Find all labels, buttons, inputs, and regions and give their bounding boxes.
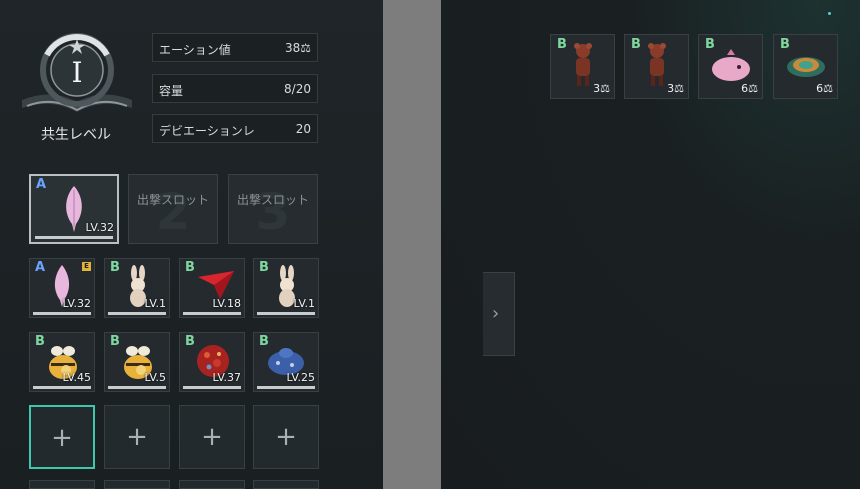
grade-badge: B xyxy=(631,37,641,52)
stat-row-capacity: 容量 8/20 xyxy=(152,74,318,103)
progress-bar xyxy=(35,236,113,239)
grade-badge: B xyxy=(185,334,195,349)
item-count: 3⚖ xyxy=(593,82,610,95)
level-text: LV.32 xyxy=(62,297,91,310)
add-slot[interactable]: + xyxy=(253,405,319,469)
expand-panel-button[interactable]: › xyxy=(483,272,515,356)
plus-icon: + xyxy=(51,423,73,453)
deploy-slot-1[interactable]: A LV.32 xyxy=(29,174,119,244)
slot-label: 出撃スロット xyxy=(137,193,210,207)
plus-icon: + xyxy=(275,422,297,452)
level-text: LV.5 xyxy=(144,371,166,384)
grade-badge: B xyxy=(185,260,195,275)
grade-badge: A xyxy=(36,177,47,192)
deviant-card[interactable]: A E LV.32 xyxy=(29,258,95,318)
level-text: LV.18 xyxy=(212,297,241,310)
turtle-shell-icon xyxy=(787,57,825,77)
deviant-card[interactable]: B LV.1 xyxy=(104,258,170,318)
slot-label: 出撃スロット xyxy=(237,193,310,207)
pink-feather-icon xyxy=(66,186,82,232)
deviant-panel: I 共生レベル エーション値 38⚖ 容量 8/20 デビエーションレ 20 A… xyxy=(0,0,383,489)
brown-figure-icon xyxy=(648,43,666,86)
inventory-item[interactable]: B 6⚖ xyxy=(698,34,763,99)
grade-badge: A xyxy=(35,260,46,275)
progress-bar xyxy=(183,312,241,315)
add-slot[interactable]: + xyxy=(29,405,95,469)
deviant-card[interactable]: B LV.45 xyxy=(29,332,95,392)
deviant-card[interactable]: B LV.37 xyxy=(179,332,245,392)
level-text: LV.37 xyxy=(212,371,241,384)
stat-row-value: エーション値 38⚖ xyxy=(152,33,318,62)
inventory-item[interactable]: B 6⚖ xyxy=(773,34,838,99)
progress-bar xyxy=(183,386,241,389)
deviant-card[interactable]: B LV.5 xyxy=(104,332,170,392)
progress-bar xyxy=(257,386,315,389)
sparkle-icon xyxy=(828,12,831,15)
grade-badge: B xyxy=(35,334,45,349)
chevron-right-icon: › xyxy=(492,303,500,324)
level-text: LV.32 xyxy=(85,221,114,234)
progress-bar xyxy=(108,312,166,315)
add-slot[interactable] xyxy=(29,480,95,489)
grade-badge: B xyxy=(557,37,567,52)
deploy-slot-2[interactable]: 2 出撃スロット xyxy=(128,174,218,244)
item-count: 6⚖ xyxy=(816,82,833,95)
stat-value: 20 xyxy=(295,122,311,136)
item-count: 3⚖ xyxy=(667,82,684,95)
stat-value: 8/20 xyxy=(284,82,311,96)
level-numeral: I xyxy=(71,56,83,89)
progress-bar xyxy=(33,312,91,315)
stat-value: 38⚖ xyxy=(284,41,311,55)
progress-bar xyxy=(108,386,166,389)
panel-divider xyxy=(383,0,441,489)
level-text: LV.25 xyxy=(286,371,315,384)
equipped-badge: E xyxy=(82,262,91,271)
brown-figure-icon xyxy=(574,43,592,86)
progress-bar xyxy=(257,312,315,315)
plus-icon: + xyxy=(201,422,223,452)
stat-row-deviation: デビエーションレ 20 xyxy=(152,114,318,143)
item-count: 6⚖ xyxy=(741,82,758,95)
grade-badge: B xyxy=(110,260,120,275)
symbiosis-level-label: 共生レベル xyxy=(41,127,111,143)
level-text: LV.1 xyxy=(144,297,166,310)
inventory-item[interactable]: B 3⚖ xyxy=(624,34,689,99)
symbiosis-level-emblem: I xyxy=(17,30,137,125)
grade-badge: B xyxy=(780,37,790,52)
stat-label: デビエーションレ xyxy=(159,124,255,138)
grade-badge: B xyxy=(110,334,120,349)
plus-icon: + xyxy=(126,422,148,452)
add-slot[interactable] xyxy=(253,480,319,489)
add-slot[interactable]: + xyxy=(104,405,170,469)
deviant-card[interactable]: B LV.25 xyxy=(253,332,319,392)
deploy-slot-3[interactable]: 3 出撃スロット xyxy=(228,174,318,244)
progress-bar xyxy=(33,386,91,389)
add-slot[interactable] xyxy=(179,480,245,489)
inventory-item[interactable]: B 3⚖ xyxy=(550,34,615,99)
stat-label: 容量 xyxy=(159,84,184,98)
add-slot[interactable] xyxy=(104,480,170,489)
stat-label: エーション値 xyxy=(159,43,231,57)
level-text: LV.1 xyxy=(293,297,315,310)
add-slot[interactable]: + xyxy=(179,405,245,469)
level-text: LV.45 xyxy=(62,371,91,384)
pink-bird-icon xyxy=(712,49,750,81)
deviant-card[interactable]: B LV.1 xyxy=(253,258,319,318)
grade-badge: B xyxy=(259,260,269,275)
deviant-card[interactable]: B LV.18 xyxy=(179,258,245,318)
